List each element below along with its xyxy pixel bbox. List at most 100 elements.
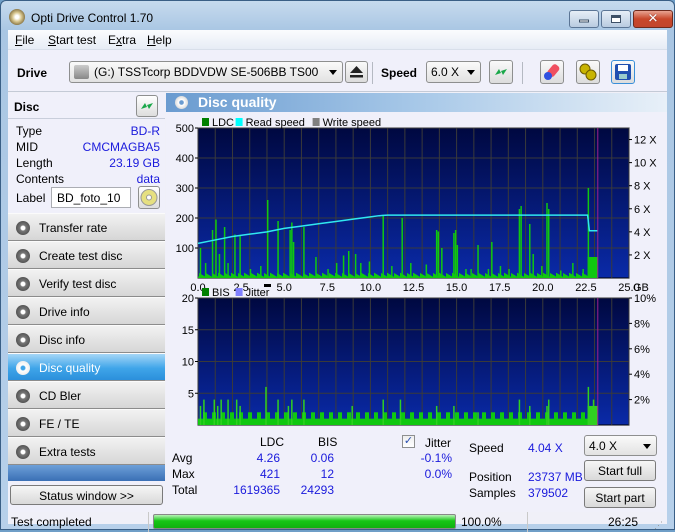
bis-bar <box>384 412 385 425</box>
refresh-drive-button[interactable] <box>489 60 513 84</box>
bis-bar <box>547 399 550 425</box>
save-button[interactable] <box>611 60 635 84</box>
disc-label-button[interactable] <box>138 186 160 209</box>
menu-file[interactable]: File <box>15 33 34 47</box>
bis-bar <box>311 412 312 425</box>
bis-bar <box>260 412 261 425</box>
bis-bar <box>224 412 225 425</box>
ldc-bar <box>288 275 289 278</box>
bis-bar <box>565 412 566 425</box>
ldc-bar <box>459 273 460 278</box>
bis-bar <box>448 412 449 425</box>
disc-quality-panel: Disc quality 0.02.55.07.510.012.515.017.… <box>166 93 667 512</box>
bis-bar <box>305 412 306 425</box>
nav-disc-quality[interactable]: Disc quality <box>8 353 165 381</box>
resize-grip-icon[interactable]: ⋰ <box>654 512 663 532</box>
bis-bar <box>213 399 216 425</box>
nav-verify-test-disc[interactable]: Verify test disc <box>8 269 165 297</box>
bis-bar <box>276 412 277 425</box>
disc-gear-icon <box>175 96 188 109</box>
speed-select[interactable]: 6.0 X <box>426 61 481 83</box>
bis-y2-tick-label: 10% <box>634 293 656 305</box>
nav-disc-info[interactable]: Disc info <box>8 325 165 353</box>
ldc-bar <box>232 273 233 278</box>
ldc-bar <box>275 275 276 278</box>
bis-bar <box>508 418 509 425</box>
bis-legend-label: BIS <box>212 287 230 299</box>
ldc-y-tick-label: 100 <box>176 243 194 255</box>
ldc-bar <box>298 274 299 278</box>
disc-gear-icon <box>16 333 30 347</box>
ldc-bar <box>577 273 578 278</box>
nav-cd-bler[interactable]: CD Bler <box>8 381 165 409</box>
start-part-button[interactable]: Start part <box>584 487 656 508</box>
bis-bar <box>553 418 554 425</box>
close-button[interactable]: ✕ <box>633 10 673 28</box>
nav-create-test-disc[interactable]: Create test disc <box>8 241 165 269</box>
minimize-button[interactable] <box>569 10 599 28</box>
start-full-button[interactable]: Start full <box>584 460 656 481</box>
test-speed-select[interactable]: 4.0 X <box>584 435 657 456</box>
bis-bar <box>579 418 580 425</box>
ldc-bar <box>208 274 209 278</box>
menu-extra[interactable]: Extra <box>108 33 136 47</box>
ldc-bar <box>495 275 496 278</box>
bis-bar <box>257 412 258 425</box>
bis-bar <box>442 418 443 425</box>
ldc-bar <box>387 272 388 278</box>
ldc-bar <box>572 263 574 278</box>
ldc-bar <box>523 276 524 278</box>
eject-button[interactable] <box>345 61 368 83</box>
erase-button[interactable] <box>540 60 564 84</box>
jitter-checkbox[interactable]: ✓ <box>402 435 415 448</box>
refresh-icon <box>141 103 153 109</box>
ldc-bar <box>321 276 322 278</box>
toolbar-separator <box>522 62 523 84</box>
menu-help[interactable]: Help <box>147 33 172 47</box>
ldc-bar <box>551 273 552 278</box>
ldc-bar <box>467 274 468 278</box>
bis-bar <box>409 418 410 425</box>
ldc-bar <box>558 274 559 278</box>
ldc-bar <box>420 273 421 278</box>
bis-bar <box>479 418 480 425</box>
ldc-bar <box>435 230 438 278</box>
jitter-indicator <box>264 284 271 287</box>
ldc-bar <box>532 254 534 278</box>
bis-bar <box>421 412 422 425</box>
bis-tail-bar <box>587 405 598 425</box>
bis-bar <box>395 412 396 425</box>
ldc-bar <box>431 275 432 278</box>
bis-bar <box>246 418 247 425</box>
nav-fe-te[interactable]: FE / TE <box>8 409 165 437</box>
ldc-bar <box>245 273 246 278</box>
nav-extra-tests[interactable]: Extra tests <box>8 437 165 465</box>
maximize-button[interactable] <box>601 10 631 28</box>
bis-bar <box>484 412 485 425</box>
bis-bar <box>474 412 475 425</box>
disc-label-input[interactable]: BD_foto_10 <box>51 187 131 208</box>
ldc-bar <box>207 274 208 278</box>
bis-bar <box>331 412 332 425</box>
drive-select[interactable]: (G:) TSSTcorp BDDVDW SE-506BB TS00 <box>69 61 343 83</box>
bis-bar <box>429 412 430 425</box>
menu-start-test[interactable]: Start test <box>48 33 96 47</box>
bis-bar <box>398 418 399 425</box>
bis-bar <box>499 418 500 425</box>
bis-bar <box>363 418 364 425</box>
status-window-button[interactable]: Status window >> <box>10 485 163 505</box>
bis-bar <box>231 412 232 425</box>
ldc-bar <box>486 273 487 278</box>
ldc-bar <box>537 273 538 278</box>
bis-bar <box>397 418 398 425</box>
refresh-disc-button[interactable] <box>136 95 158 117</box>
bis-bar <box>345 418 346 425</box>
nav-drive-info[interactable]: Drive info <box>8 297 165 325</box>
ldc-bar <box>508 269 510 278</box>
nav-transfer-rate[interactable]: Transfer rate <box>8 213 165 241</box>
ldc-bar <box>300 275 301 278</box>
bis-bar <box>529 405 531 425</box>
ldc-bar <box>574 275 575 278</box>
ldc-bar <box>272 274 273 278</box>
settings-button[interactable] <box>576 60 600 84</box>
